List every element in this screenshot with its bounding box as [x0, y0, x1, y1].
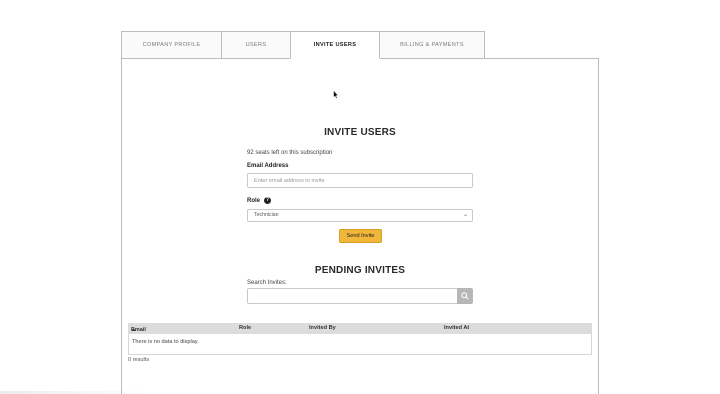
- chevron-down-icon: ⌄: [462, 212, 468, 218]
- seats-remaining-text: 92 seats left on this subscription: [247, 150, 333, 156]
- results-count: 0 results: [128, 357, 150, 363]
- empty-table-message: There is no data to display.: [132, 339, 199, 345]
- role-label-row: Role?: [247, 197, 272, 205]
- email-address-input[interactable]: [247, 173, 473, 188]
- pending-invites-heading: PENDING INVITES: [314, 265, 406, 276]
- tab-billing-payments[interactable]: BILLING & PAYMENTS: [379, 31, 485, 59]
- tab-users[interactable]: USERS: [221, 31, 291, 59]
- question-circle-icon[interactable]: ?: [264, 197, 272, 204]
- sort-ascending-icon: ▲: [131, 327, 137, 333]
- pending-invites-table-body: There is no data to display.: [128, 334, 592, 355]
- tab-bar: COMPANY PROFILE USERS INVITE USERS BILLI…: [121, 31, 485, 59]
- column-header-invited-by[interactable]: Invited By: [309, 325, 336, 331]
- tab-invite-users[interactable]: INVITE USERS: [290, 31, 380, 59]
- pending-invites-table-header: Email ▲ Role Invited By Invited At: [128, 323, 592, 334]
- role-label: Role: [247, 198, 261, 205]
- search-invites-input[interactable]: [247, 288, 457, 304]
- column-header-role[interactable]: Role: [239, 325, 251, 331]
- role-selected-value: Technician: [254, 212, 279, 218]
- search-button[interactable]: [457, 288, 473, 304]
- search-invites-label: Search Invites:: [247, 280, 287, 286]
- mouse-cursor-icon: [333, 90, 339, 99]
- invite-users-heading: INVITE USERS: [324, 127, 396, 138]
- column-header-invited-at[interactable]: Invited At: [444, 325, 469, 331]
- send-invite-button[interactable]: Send Invite: [339, 229, 382, 243]
- magnifier-icon: [461, 292, 469, 300]
- email-address-label: Email Address: [247, 163, 289, 169]
- tab-company-profile[interactable]: COMPANY PROFILE: [121, 31, 222, 59]
- role-select[interactable]: Technician ⌄: [247, 209, 473, 222]
